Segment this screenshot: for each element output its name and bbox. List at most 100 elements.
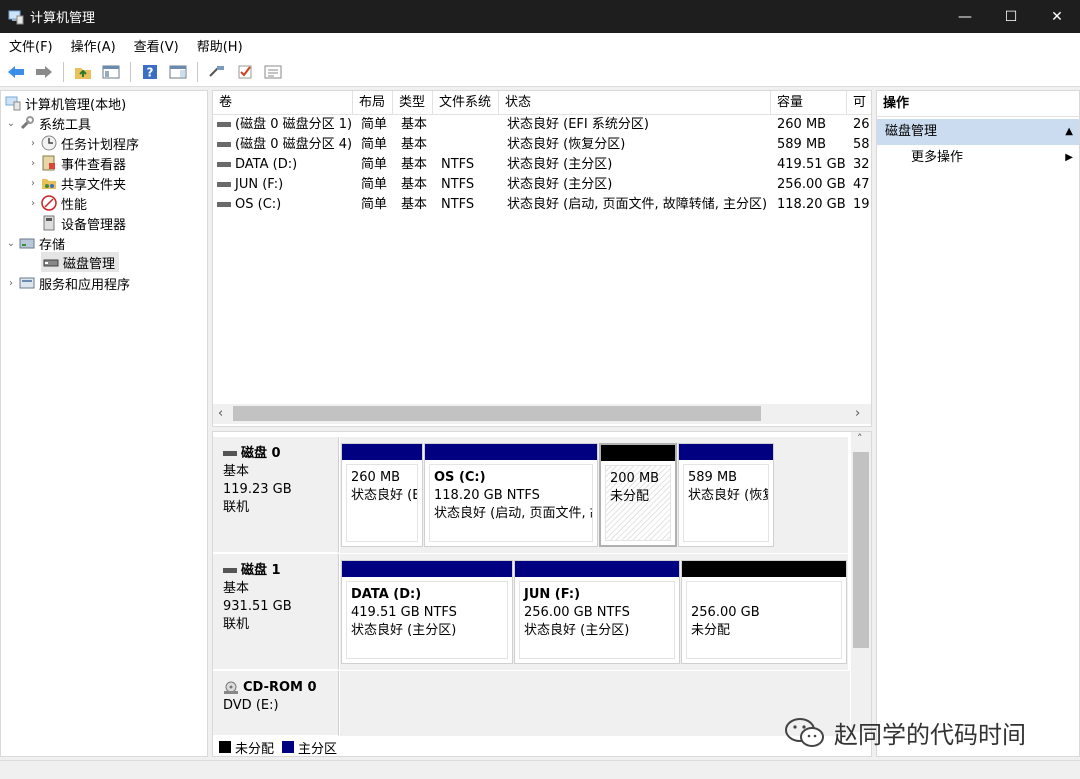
tree-item-device-manager[interactable]: 设备管理器 bbox=[39, 213, 126, 233]
tree-label: 任务计划程序 bbox=[61, 137, 140, 153]
tree-item-task-scheduler[interactable]: › 任务计划程序 bbox=[27, 133, 139, 153]
vertical-scrollbar[interactable]: ˄ bbox=[851, 432, 871, 732]
disk-1-label[interactable]: 磁盘 1 基本 931.51 GB 联机 bbox=[213, 554, 339, 670]
show-hide-tree-icon[interactable] bbox=[99, 60, 123, 84]
up-folder-icon[interactable] bbox=[71, 60, 95, 84]
partition-size: 589 MB bbox=[688, 470, 738, 485]
horizontal-scrollbar[interactable]: ‹ › bbox=[213, 404, 871, 424]
more-actions-item[interactable]: 更多操作 ▶ bbox=[877, 145, 1079, 171]
volume-layout: 简单 bbox=[361, 117, 388, 132]
disk-name: 磁盘 1 bbox=[241, 563, 281, 578]
volume-status: 状态良好 (恢复分区) bbox=[507, 137, 626, 152]
minimize-button[interactable]: — bbox=[942, 0, 988, 33]
volume-status: 状态良好 (EFI 系统分区) bbox=[507, 117, 649, 132]
volume-icon bbox=[217, 162, 231, 167]
tree-item-performance[interactable]: › 性能 bbox=[27, 193, 87, 213]
partition-status: 状态良好 (E bbox=[351, 488, 418, 503]
forward-arrow-icon[interactable] bbox=[32, 60, 56, 84]
chevron-down-icon[interactable]: ⌄ bbox=[5, 118, 17, 129]
column-header-type[interactable]: 类型 bbox=[393, 91, 433, 115]
maximize-button[interactable]: ☐ bbox=[988, 0, 1034, 33]
volume-capacity: 419.51 GB bbox=[777, 157, 846, 172]
table-row[interactable]: DATA (D:) 简单 基本 NTFS 状态良好 (主分区) 419.51 G… bbox=[213, 155, 871, 175]
chevron-right-icon[interactable]: › bbox=[5, 278, 17, 289]
partition[interactable]: DATA (D:) 419.51 GB NTFS 状态良好 (主分区) bbox=[341, 560, 513, 664]
volume-status: 状态良好 (启动, 页面文件, 故障转储, 主分区) bbox=[507, 197, 768, 212]
scroll-up-icon[interactable]: ˄ bbox=[857, 432, 863, 445]
properties-panel-icon[interactable] bbox=[166, 60, 190, 84]
partition-size: 118.20 GB NTFS bbox=[434, 488, 540, 503]
toolbar-separator bbox=[63, 61, 64, 82]
table-row[interactable]: JUN (F:) 简单 基本 NTFS 状态良好 (主分区) 256.00 GB… bbox=[213, 175, 871, 195]
unallocated-partition-bar bbox=[682, 561, 846, 577]
chevron-right-icon[interactable]: › bbox=[27, 158, 39, 169]
partition-status: 未分配 bbox=[610, 489, 650, 504]
menu-help[interactable]: 帮助(H) bbox=[188, 36, 252, 55]
chevron-right-icon[interactable]: › bbox=[27, 198, 39, 209]
cdrom-0-label[interactable]: CD-ROM 0 DVD (E:) bbox=[213, 671, 339, 736]
scrollbar-thumb[interactable] bbox=[233, 406, 761, 421]
column-header-free[interactable]: 可 bbox=[847, 91, 871, 115]
column-header-capacity[interactable]: 容量 bbox=[771, 91, 847, 115]
volume-list: 卷 布局 类型 文件系统 状态 容量 可 (磁盘 0 磁盘分区 1) 简单 基本… bbox=[212, 90, 872, 427]
column-header-status[interactable]: 状态 bbox=[499, 91, 771, 115]
tree-item-shared-folders[interactable]: › 共享文件夹 bbox=[27, 173, 126, 193]
tree-item-system-tools[interactable]: ⌄ 系统工具 bbox=[5, 113, 91, 133]
rescan-icon[interactable] bbox=[205, 60, 229, 84]
volume-name: OS (C:) bbox=[235, 197, 282, 212]
tree-item-computer-management[interactable]: 计算机管理(本地) bbox=[3, 93, 126, 113]
primary-partition-bar bbox=[342, 561, 512, 577]
volume-name: DATA (D:) bbox=[235, 157, 298, 172]
chevron-down-icon[interactable]: ⌄ bbox=[5, 238, 17, 249]
volume-layout: 简单 bbox=[361, 137, 388, 152]
disk-0-label[interactable]: 磁盘 0 基本 119.23 GB 联机 bbox=[213, 437, 339, 553]
chevron-right-icon[interactable]: › bbox=[27, 138, 39, 149]
menu-view[interactable]: 查看(V) bbox=[125, 36, 188, 55]
clock-icon bbox=[41, 135, 57, 151]
table-row[interactable]: OS (C:) 简单 基本 NTFS 状态良好 (启动, 页面文件, 故障转储,… bbox=[213, 195, 871, 215]
close-button[interactable]: ✕ bbox=[1034, 0, 1080, 33]
check-icon[interactable] bbox=[233, 60, 257, 84]
partition[interactable]: 200 MB 未分配 bbox=[599, 443, 677, 547]
actions-section-disk-management[interactable]: 磁盘管理 ▲ bbox=[877, 119, 1079, 145]
settings-list-icon[interactable] bbox=[261, 60, 285, 84]
volume-capacity: 256.00 GB bbox=[777, 177, 846, 192]
column-header-filesystem[interactable]: 文件系统 bbox=[433, 91, 499, 115]
partition-name: OS (C:) bbox=[434, 470, 486, 485]
tree-item-services-apps[interactable]: › 服务和应用程序 bbox=[5, 273, 130, 293]
wechat-icon bbox=[785, 717, 824, 747]
volume-filesystem bbox=[437, 135, 499, 155]
tree-label: 服务和应用程序 bbox=[39, 277, 131, 293]
disk-type: 基本 bbox=[223, 464, 250, 479]
partition[interactable]: 256.00 GB 未分配 bbox=[681, 560, 847, 664]
performance-icon bbox=[41, 195, 57, 211]
svg-text:?: ? bbox=[147, 65, 154, 79]
chevron-right-icon[interactable]: › bbox=[27, 178, 39, 189]
scroll-right-icon[interactable]: › bbox=[855, 406, 860, 421]
toolbar-separator bbox=[130, 61, 131, 82]
menu-file[interactable]: 文件(F) bbox=[0, 36, 62, 55]
partition[interactable]: OS (C:) 118.20 GB NTFS 状态良好 (启动, 页面文件, 故 bbox=[424, 443, 598, 547]
table-row[interactable]: (磁盘 0 磁盘分区 1) 简单 基本 状态良好 (EFI 系统分区) 260 … bbox=[213, 115, 871, 135]
column-header-layout[interactable]: 布局 bbox=[353, 91, 393, 115]
tree-item-storage[interactable]: ⌄ 存储 bbox=[5, 233, 65, 253]
primary-partition-bar bbox=[679, 444, 773, 460]
volume-type: 基本 bbox=[401, 157, 428, 172]
tree-label: 系统工具 bbox=[39, 117, 92, 133]
table-row[interactable]: (磁盘 0 磁盘分区 4) 简单 基本 状态良好 (恢复分区) 589 MB 5… bbox=[213, 135, 871, 155]
collapse-up-icon[interactable]: ▲ bbox=[1065, 119, 1073, 145]
help-icon[interactable]: ? bbox=[138, 60, 162, 84]
partition[interactable]: 260 MB 状态良好 (E bbox=[341, 443, 423, 547]
window-title: 计算机管理 bbox=[30, 11, 96, 26]
partition[interactable]: 589 MB 状态良好 (恢复 bbox=[678, 443, 774, 547]
scroll-left-icon[interactable]: ‹ bbox=[218, 406, 223, 421]
tree-item-event-viewer[interactable]: › 事件查看器 bbox=[27, 153, 126, 173]
volume-free: 26 bbox=[853, 117, 870, 132]
column-header-volume[interactable]: 卷 bbox=[213, 91, 353, 115]
volume-type: 基本 bbox=[401, 137, 428, 152]
back-arrow-icon[interactable] bbox=[4, 60, 28, 84]
partition[interactable]: JUN (F:) 256.00 GB NTFS 状态良好 (主分区) bbox=[514, 560, 680, 664]
tree-item-disk-management[interactable]: 磁盘管理 bbox=[41, 252, 120, 272]
scrollbar-thumb[interactable] bbox=[853, 452, 869, 648]
menu-action[interactable]: 操作(A) bbox=[62, 36, 125, 55]
